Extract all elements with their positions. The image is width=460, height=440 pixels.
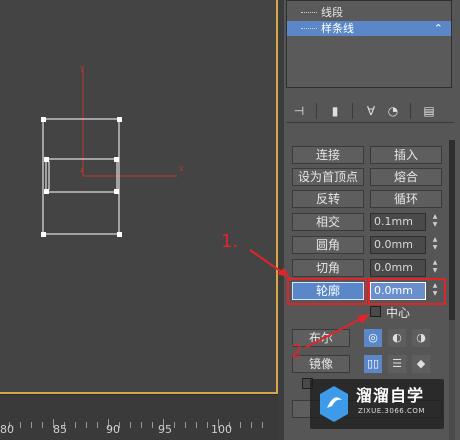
axis-label-x: x	[179, 164, 184, 173]
fillet-spinner[interactable]: 0.0mm	[370, 236, 426, 254]
ruler-label: 90	[106, 423, 120, 436]
watermark-title: 溜溜自学	[356, 386, 425, 405]
time-ruler[interactable]: 80 85 90 95 100	[0, 394, 282, 440]
ruler-label: 80	[0, 423, 14, 436]
make-unique-icon[interactable]: ∀	[362, 102, 380, 120]
axis-label-y: y	[80, 63, 85, 72]
mirror-horizontal-icon[interactable]: ▯▯	[364, 355, 382, 373]
annotation-step-2: 2	[291, 341, 303, 362]
chevron-up-icon: ⌃	[433, 22, 443, 35]
subtraction-icon[interactable]: ◐	[388, 329, 406, 347]
pin-stack-icon[interactable]: ⊣	[290, 102, 308, 120]
ruler-label: 100	[211, 423, 232, 436]
cross-insert-button[interactable]: 相交	[292, 213, 364, 231]
mirror-both-icon[interactable]: ◆	[412, 355, 430, 373]
list-item-label: 线段	[321, 6, 343, 19]
annotation-step-1: 1.	[221, 231, 239, 252]
outline-spinner[interactable]: 0.0mm	[370, 282, 426, 300]
show-end-result-icon[interactable]: ▮	[326, 102, 344, 120]
list-item-spline[interactable]: 样条线 ⌃	[287, 21, 451, 36]
center-checkbox[interactable]	[370, 306, 381, 317]
fuse-button[interactable]: 熔合	[370, 168, 442, 186]
union-icon[interactable]: ◎	[364, 329, 382, 347]
chamfer-button[interactable]: 切角	[292, 259, 364, 277]
watermark-url: ZIXUE.3066.COM	[358, 407, 425, 415]
cross-insert-spinner[interactable]: 0.1mm	[370, 213, 426, 231]
remove-modifier-icon[interactable]: ◔	[384, 102, 402, 120]
configure-modifier-sets-icon[interactable]: ▤	[420, 102, 438, 120]
spinner-arrows[interactable]: ▲ ▼	[430, 236, 440, 254]
watermark: 溜溜自学 ZIXUE.3066.COM	[310, 379, 444, 429]
mirror-vertical-icon[interactable]: ☰	[388, 355, 406, 373]
center-label: 中心	[386, 306, 411, 320]
modifier-stack-toolbar: ⊣ ▮ ∀ ◔ ▤	[286, 99, 454, 123]
viewport[interactable]: y x z	[0, 0, 278, 394]
intersection-icon[interactable]: ◑	[412, 329, 430, 347]
ruler-label: 85	[53, 423, 67, 436]
panel-scrollbar[interactable]	[449, 140, 455, 440]
spinner-arrows[interactable]: ▲ ▼	[430, 282, 440, 300]
list-item-label: 样条线	[321, 22, 354, 35]
cycle-button[interactable]: 循环	[370, 190, 442, 208]
viewport-canvas[interactable]: y x z	[0, 0, 277, 394]
reverse-button[interactable]: 反转	[292, 190, 364, 208]
ruler-label: 95	[158, 423, 172, 436]
fillet-button[interactable]: 圆角	[292, 236, 364, 254]
outline-button[interactable]: 轮廓	[292, 282, 364, 300]
spinner-arrows[interactable]: ▲ ▼	[430, 259, 440, 277]
sub-object-list[interactable]: 线段 样条线 ⌃	[286, 0, 452, 88]
list-item-segment[interactable]: 线段	[287, 5, 451, 20]
watermark-logo-icon	[320, 386, 348, 422]
insert-button[interactable]: 插入	[370, 146, 442, 164]
axis-label-z: z	[80, 166, 84, 174]
connect-button[interactable]: 连接	[292, 146, 364, 164]
chamfer-spinner[interactable]: 0.0mm	[370, 259, 426, 277]
command-panel: 线段 样条线 ⌃ ⊣ ▮ ∀ ◔ ▤ 连接 插入 设为首顶点 熔合 反转 循环 …	[284, 0, 460, 440]
make-first-button[interactable]: 设为首顶点	[292, 168, 364, 186]
spinner-arrows[interactable]: ▲ ▼	[430, 213, 440, 231]
